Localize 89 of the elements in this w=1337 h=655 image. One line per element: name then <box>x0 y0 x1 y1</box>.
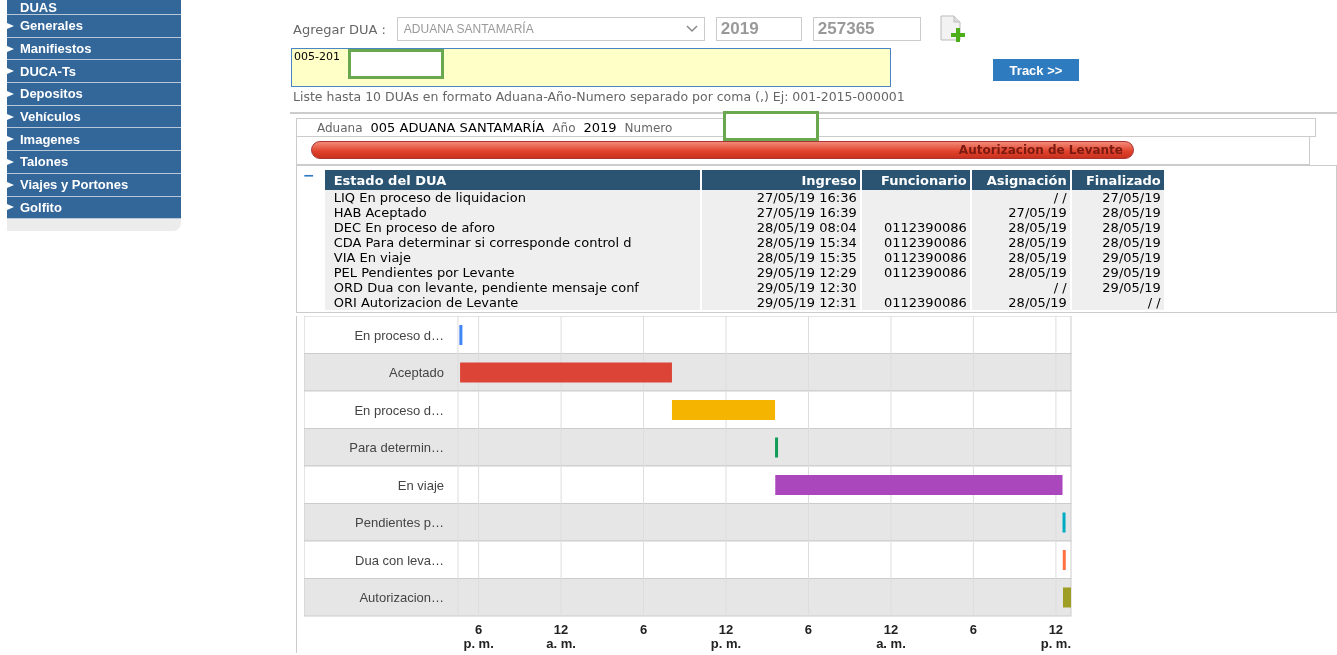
row-label: Autorizacion… <box>359 590 444 606</box>
table-cell: 0112390086 <box>860 265 971 280</box>
collapse-toggle[interactable]: − <box>303 170 315 310</box>
table-cell: LIQ En proceso de liquidacion <box>324 190 701 205</box>
table-cell: 29/05/19 <box>1070 250 1165 265</box>
sidebar-header[interactable]: DUAS <box>7 0 181 15</box>
table-cell: DEC En proceso de aforo <box>324 220 701 235</box>
table-cell: 28/05/19 15:35 <box>700 250 861 265</box>
table-cell: 27/05/19 16:39 <box>700 205 861 220</box>
table-cell: CDA Para determinar si corresponde control d <box>324 235 701 250</box>
status-bar: Autorizacion de Levante <box>311 141 1134 159</box>
column-header: Funcionario <box>860 170 971 190</box>
axis-tick-label: 12 a. m. <box>876 622 906 651</box>
table-cell: 28/05/19 <box>1070 205 1165 220</box>
table-cell: PEL Pendientes por Levante <box>324 265 701 280</box>
row-label: Dua con leva… <box>355 552 444 568</box>
table-cell: 27/05/19 <box>1070 190 1165 205</box>
table-cell: 28/05/19 15:34 <box>700 235 861 250</box>
row-label: En proceso d… <box>354 327 444 343</box>
sidebar-item[interactable]: Generales <box>7 15 181 38</box>
year-value: 2019 <box>583 120 617 135</box>
table-cell: 28/05/19 <box>1070 235 1165 250</box>
sidebar-item[interactable]: Vehículos <box>7 105 181 129</box>
number-label: Numero <box>624 120 673 135</box>
table-cell: 28/05/19 <box>1070 220 1165 235</box>
sidebar-item[interactable]: Depositos <box>7 83 181 106</box>
table-cell: 27/05/19 16:36 <box>700 190 861 205</box>
customs-label: Aduana <box>317 120 363 135</box>
triangle-icon <box>7 135 15 144</box>
axis-tick-label: 12 a. m. <box>546 622 576 651</box>
table-cell: HAB Aceptado <box>324 205 701 220</box>
table-cell: / / <box>970 190 1071 205</box>
axis-tick-label: 6 p. m. <box>463 622 494 651</box>
sidebar-item[interactable]: Manifiestos <box>7 37 181 61</box>
table-cell: / / <box>1070 295 1165 310</box>
column-header: Finalizado <box>1070 170 1165 190</box>
sidebar-item[interactable]: DUCA-Ts <box>7 60 181 84</box>
column-header: Estado del DUA <box>324 170 701 190</box>
table-cell: 0112390086 <box>860 250 971 265</box>
table-cell: 29/05/19 12:30 <box>700 280 861 295</box>
row-label: Aceptado <box>389 365 444 381</box>
table-cell: VIA En viaje <box>324 250 701 265</box>
table-cell: 28/05/19 <box>970 235 1071 250</box>
customs-value: 005 ADUANA SANTAMARÍA <box>370 120 545 135</box>
format-hint: Liste hasta 10 DUAs en formato Aduana-Año-Numero separado por coma (,) Ej: 001-2015-000001 <box>293 89 906 104</box>
dua-list-field[interactable]: 005-201 <box>291 48 891 87</box>
table-cell: / / <box>970 280 1071 295</box>
table-cell: 28/05/19 08:04 <box>700 220 861 235</box>
axis-tick-label: 6 <box>804 622 813 637</box>
column-header: Ingreso <box>700 170 861 190</box>
triangle-icon <box>7 203 15 212</box>
table-cell: 29/05/19 12:31 <box>700 295 861 310</box>
axis-tick-label: 6 <box>639 622 648 637</box>
table-cell: ORI Autorizacion de Levante <box>324 295 701 310</box>
sidebar-item[interactable]: Talones <box>7 151 181 174</box>
triangle-icon <box>7 67 15 76</box>
table-cell: 28/05/19 <box>970 250 1071 265</box>
table-cell: 28/05/19 <box>970 265 1071 280</box>
row-label: Pendientes p… <box>355 515 444 531</box>
column-header: Asignación <box>970 170 1071 190</box>
triangle-icon <box>7 112 15 121</box>
table-cell: 29/05/19 12:29 <box>700 265 861 280</box>
axis-tick-label: 12 p. m. <box>710 622 742 651</box>
axis-tick-label: 6 <box>969 622 978 637</box>
table-cell: 0112390086 <box>860 295 971 310</box>
table-cell: 0112390086 <box>860 220 971 235</box>
table-cell: 28/05/19 <box>970 295 1071 310</box>
sidebar-item[interactable]: Viajes y Portones <box>7 173 181 197</box>
row-label: En viaje <box>397 477 444 493</box>
chevron-down-icon <box>685 25 698 33</box>
triangle-icon <box>7 180 15 189</box>
triangle-icon <box>7 21 15 30</box>
table-cell: 27/05/19 <box>970 205 1071 220</box>
row-label: Para determin… <box>349 440 444 456</box>
triangle-icon <box>7 89 15 98</box>
triangle-icon <box>7 44 15 53</box>
row-label: En proceso d… <box>354 402 444 418</box>
table-cell: ORD Dua con levante, pendiente mensaje conf <box>324 280 701 295</box>
table-cell: 0112390086 <box>860 235 971 250</box>
sidebar-item[interactable]: Imagenes <box>7 128 181 152</box>
add-dua-label: Agregar DUA : <box>293 21 386 37</box>
table-cell: 29/05/19 <box>1070 265 1165 280</box>
triangle-icon <box>7 157 15 166</box>
track-button[interactable]: Track >> <box>993 59 1079 81</box>
axis-tick-label: 12 p. m. <box>1040 622 1072 651</box>
sidebar-item[interactable]: Golfito <box>7 196 181 220</box>
table-cell: 29/05/19 <box>1070 280 1165 295</box>
year-label: Año <box>552 120 576 135</box>
table-cell: 28/05/19 <box>970 220 1071 235</box>
